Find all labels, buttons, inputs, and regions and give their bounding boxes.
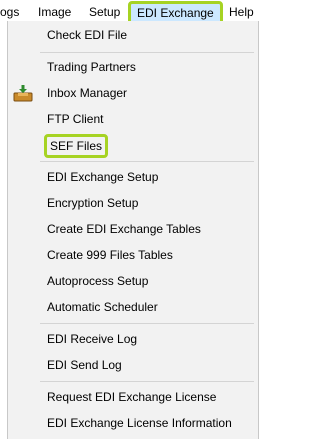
menu-item-create-edi-exchange-tables[interactable]: Create EDI Exchange Tables	[8, 216, 258, 242]
menu-item-license-information[interactable]: EDI Exchange License Information	[8, 410, 258, 436]
menu-item-inbox-manager[interactable]: Inbox Manager	[8, 80, 258, 106]
menu-item-label: EDI Send Log	[47, 358, 122, 372]
menu-item-encryption-setup[interactable]: Encryption Setup	[8, 190, 258, 216]
menu-item-label: Create 999 Files Tables	[47, 248, 173, 262]
menu-item-edi-exchange-setup[interactable]: EDI Exchange Setup	[8, 164, 258, 190]
menu-separator	[40, 161, 254, 162]
menu-separator	[40, 381, 254, 382]
inbox-icon	[13, 85, 33, 102]
menu-help[interactable]: Help	[229, 4, 254, 20]
menu-item-label: Check EDI File	[47, 28, 128, 42]
menu-logs[interactable]: ogs	[0, 4, 19, 20]
menu-item-trading-partners[interactable]: Trading Partners	[8, 54, 258, 80]
menu-image[interactable]: Image	[38, 4, 71, 20]
menu-item-create-999-files-tables[interactable]: Create 999 Files Tables	[8, 242, 258, 268]
menu-item-autoprocess-setup[interactable]: Autoprocess Setup	[8, 268, 258, 294]
edi-exchange-dropdown: Check EDI File Trading Partners Inbox Ma…	[7, 21, 259, 439]
menu-item-automatic-scheduler[interactable]: Automatic Scheduler	[8, 294, 258, 320]
menu-item-sef-files[interactable]: SEF Files	[8, 132, 258, 158]
menu-item-check-edi-file[interactable]: Check EDI File	[8, 22, 258, 48]
menu-separator	[40, 52, 254, 53]
menu-item-label: EDI Exchange Setup	[47, 170, 159, 184]
menu-setup[interactable]: Setup	[89, 4, 120, 20]
menu-item-label: Trading Partners	[47, 60, 136, 74]
menu-item-label: Request EDI Exchange License	[47, 390, 217, 404]
menu-item-label: Create EDI Exchange Tables	[47, 222, 201, 236]
menu-item-label: Encryption Setup	[47, 196, 139, 210]
menu-item-request-license[interactable]: Request EDI Exchange License	[8, 384, 258, 410]
menu-item-label: FTP Client	[47, 112, 104, 126]
menu-item-label: Inbox Manager	[47, 86, 128, 100]
menu-item-edi-send-log[interactable]: EDI Send Log	[8, 352, 258, 378]
sef-files-highlight: SEF Files	[44, 134, 109, 158]
menu-item-label: SEF Files	[50, 139, 103, 153]
menu-separator	[40, 323, 254, 324]
menu-item-ftp-client[interactable]: FTP Client	[8, 106, 258, 132]
menu-item-label: Autoprocess Setup	[47, 274, 149, 288]
menu-item-label: EDI Exchange License Information	[47, 416, 232, 430]
menu-item-label: EDI Receive Log	[47, 332, 138, 346]
menu-item-label: Automatic Scheduler	[47, 300, 158, 314]
menu-item-edi-receive-log[interactable]: EDI Receive Log	[8, 326, 258, 352]
